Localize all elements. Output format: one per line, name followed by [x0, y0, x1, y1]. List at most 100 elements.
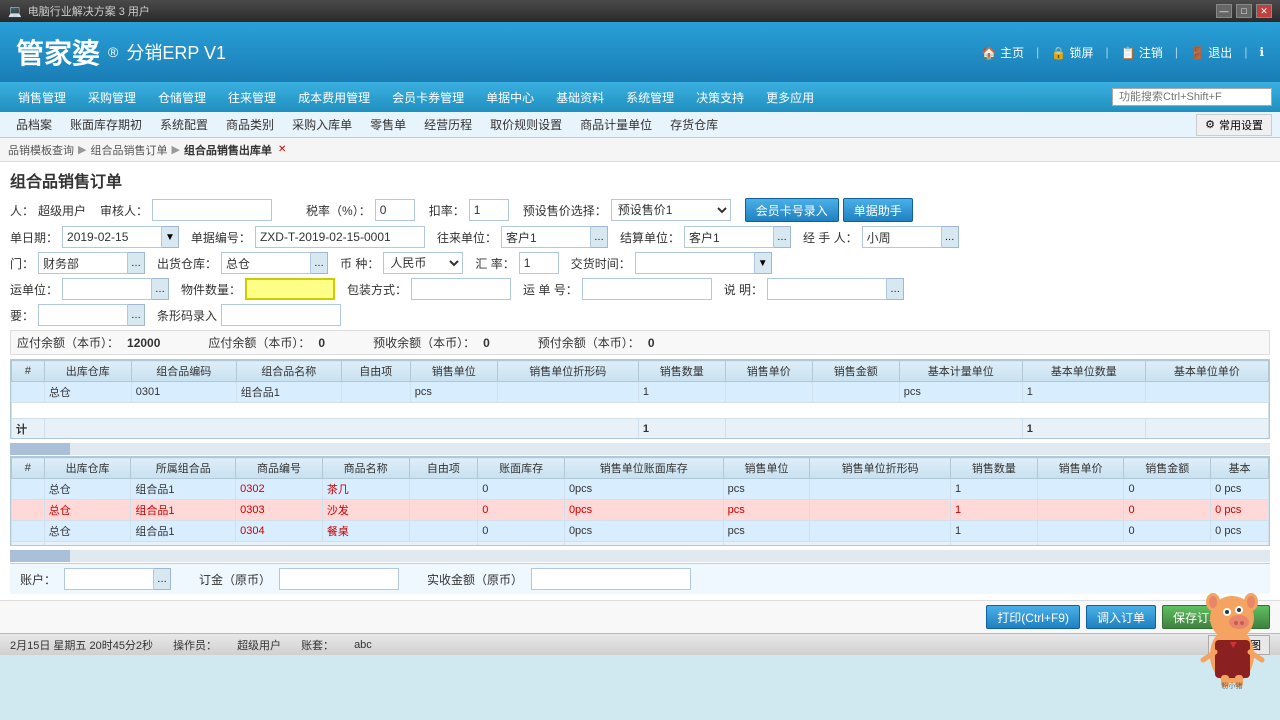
- parts-qty-input[interactable]: [245, 278, 335, 300]
- order-amt-input[interactable]: [279, 568, 399, 590]
- subnav-product-file[interactable]: 品档案: [8, 114, 60, 135]
- nav-transactions[interactable]: 往来管理: [218, 85, 286, 110]
- lower-col-price: 销售单价: [1037, 458, 1124, 479]
- minimize-button[interactable]: —: [1216, 4, 1232, 18]
- shipping-unit-input[interactable]: [62, 278, 152, 300]
- remark-label: 要：: [10, 307, 34, 324]
- shipping-unit-combo[interactable]: …: [62, 278, 169, 300]
- subnav-stock-wh[interactable]: 存货仓库: [662, 114, 726, 135]
- helper-button[interactable]: 单据助手: [843, 198, 913, 222]
- upper-scrollbar[interactable]: [10, 443, 1270, 455]
- print-button[interactable]: 打印(Ctrl+F9): [986, 605, 1080, 629]
- date-combo[interactable]: ▼: [62, 226, 179, 248]
- status-bar: 2月15日 星期五 20时45分2秒 操作员： 超级用户 账套： abc 功能导…: [0, 633, 1280, 655]
- lock-link[interactable]: 🔒 锁屏: [1051, 44, 1093, 61]
- nav-basic[interactable]: 基础资料: [546, 85, 614, 110]
- shipping-no-input[interactable]: [582, 278, 712, 300]
- received-amt-input[interactable]: [531, 568, 691, 590]
- nav-purchase[interactable]: 采购管理: [78, 85, 146, 110]
- handler-btn[interactable]: …: [942, 226, 959, 248]
- subnav-account-init[interactable]: 账面库存期初: [62, 114, 150, 135]
- lower-table-row-3[interactable]: 总仓 组合品1 0304 餐桌 0 0pcs pcs 1 0 0 pcs: [12, 521, 1269, 542]
- remark-input[interactable]: [38, 304, 128, 326]
- dept-combo[interactable]: …: [38, 252, 145, 274]
- cell-sales-qty: 1: [638, 382, 725, 403]
- warehouse-btn[interactable]: …: [311, 252, 328, 274]
- nav-system[interactable]: 系统管理: [616, 85, 684, 110]
- warehouse-input[interactable]: [221, 252, 311, 274]
- lower-table-row-2[interactable]: 总仓 组合品1 0303 沙发 0 0pcs pcs 1 0 0 pcs: [12, 500, 1269, 521]
- shipping-unit-btn[interactable]: …: [152, 278, 169, 300]
- nav-cost[interactable]: 成本费用管理: [288, 85, 380, 110]
- remark-2-combo[interactable]: …: [767, 278, 904, 300]
- search-input[interactable]: [1112, 88, 1272, 106]
- currency-select[interactable]: 人民币: [383, 252, 463, 274]
- settle-input[interactable]: [684, 226, 774, 248]
- breadcrumb-item-1[interactable]: 品销模板查询: [8, 142, 74, 158]
- subnav-price-rule[interactable]: 取价规则设置: [482, 114, 570, 135]
- remark-2-input[interactable]: [767, 278, 887, 300]
- lower-scrollbar[interactable]: [10, 550, 1270, 562]
- home-link[interactable]: 🏠 主页: [982, 44, 1024, 61]
- price-select[interactable]: 预设售价1: [611, 199, 731, 221]
- nav-more[interactable]: 更多应用: [756, 85, 824, 110]
- handler-input[interactable]: [862, 226, 942, 248]
- date-picker-btn[interactable]: ▼: [162, 226, 179, 248]
- tax-input[interactable]: [375, 199, 415, 221]
- upper-scroll-thumb[interactable]: [10, 443, 70, 455]
- lower-scroll-thumb[interactable]: [10, 550, 70, 562]
- settle-combo[interactable]: …: [684, 226, 791, 248]
- pack-input[interactable]: [411, 278, 511, 300]
- trade-date-btn[interactable]: ▼: [755, 252, 772, 274]
- exit-link[interactable]: 🚪 退出: [1190, 44, 1232, 61]
- to-unit-combo[interactable]: …: [501, 226, 608, 248]
- logout-link[interactable]: 📋 注销: [1121, 44, 1163, 61]
- warehouse-combo[interactable]: …: [221, 252, 328, 274]
- subnav-history[interactable]: 经营历程: [416, 114, 480, 135]
- dept-input[interactable]: [38, 252, 128, 274]
- settle-btn[interactable]: …: [774, 226, 791, 248]
- account-combo[interactable]: …: [64, 568, 171, 590]
- lower-table-row-1[interactable]: 总仓 组合品1 0302 茶几 0 0pcs pcs 1 0 0 pcs: [12, 479, 1269, 500]
- discount-input[interactable]: [469, 199, 509, 221]
- nav-sales[interactable]: 销售管理: [8, 85, 76, 110]
- barcode-input[interactable]: [221, 304, 341, 326]
- receivable-label: 应付余额（本币）：: [208, 334, 310, 351]
- rate-input[interactable]: [519, 252, 559, 274]
- auditor-input[interactable]: [152, 199, 272, 221]
- trade-date-combo[interactable]: ▼: [635, 252, 772, 274]
- nav-voucher[interactable]: 单据中心: [476, 85, 544, 110]
- member-card-button[interactable]: 会员卡号录入: [745, 198, 839, 222]
- nav-decision[interactable]: 决策支持: [686, 85, 754, 110]
- subnav-retail[interactable]: 零售单: [362, 114, 414, 135]
- account-input[interactable]: [64, 568, 154, 590]
- subnav-product-cat[interactable]: 商品类别: [218, 114, 282, 135]
- close-button[interactable]: ✕: [1256, 4, 1272, 18]
- maximize-button[interactable]: □: [1236, 4, 1252, 18]
- breadcrumb-close[interactable]: ✕: [278, 144, 286, 155]
- to-unit-btn[interactable]: …: [591, 226, 608, 248]
- breadcrumb-item-2[interactable]: 组合品销售订单: [90, 142, 167, 158]
- to-unit-input[interactable]: [501, 226, 591, 248]
- handler-combo[interactable]: …: [862, 226, 959, 248]
- settings-button[interactable]: ⚙ 常用设置: [1196, 114, 1272, 136]
- trade-date-input[interactable]: [635, 252, 755, 274]
- remark-2-btn[interactable]: …: [887, 278, 904, 300]
- info-link[interactable]: ℹ: [1259, 45, 1264, 59]
- order-no-input[interactable]: [255, 226, 425, 248]
- table-row[interactable]: 总仓 0301 组合品1 pcs 1 pcs 1: [12, 382, 1269, 403]
- lower-table: # 出库仓库 所属组合品 商品编号 商品名称 自由项 账面库存 销售单位账面库存…: [11, 457, 1269, 546]
- date-label: 单日期：: [10, 229, 58, 246]
- subnav-unit[interactable]: 商品计量单位: [572, 114, 660, 135]
- nav-warehouse[interactable]: 仓储管理: [148, 85, 216, 110]
- upper-table: # 出库仓库 组合品编码 组合品名称 自由项 销售单位 销售单位折形码 销售数量…: [11, 360, 1269, 439]
- remark-combo[interactable]: …: [38, 304, 145, 326]
- account-btn[interactable]: …: [154, 568, 171, 590]
- remark-btn[interactable]: …: [128, 304, 145, 326]
- subnav-purchase-in[interactable]: 采购入库单: [284, 114, 360, 135]
- import-button[interactable]: 调入订单: [1086, 605, 1156, 629]
- date-input[interactable]: [62, 226, 162, 248]
- subnav-sys-config[interactable]: 系统配置: [152, 114, 216, 135]
- nav-member[interactable]: 会员卡券管理: [382, 85, 474, 110]
- dept-btn[interactable]: …: [128, 252, 145, 274]
